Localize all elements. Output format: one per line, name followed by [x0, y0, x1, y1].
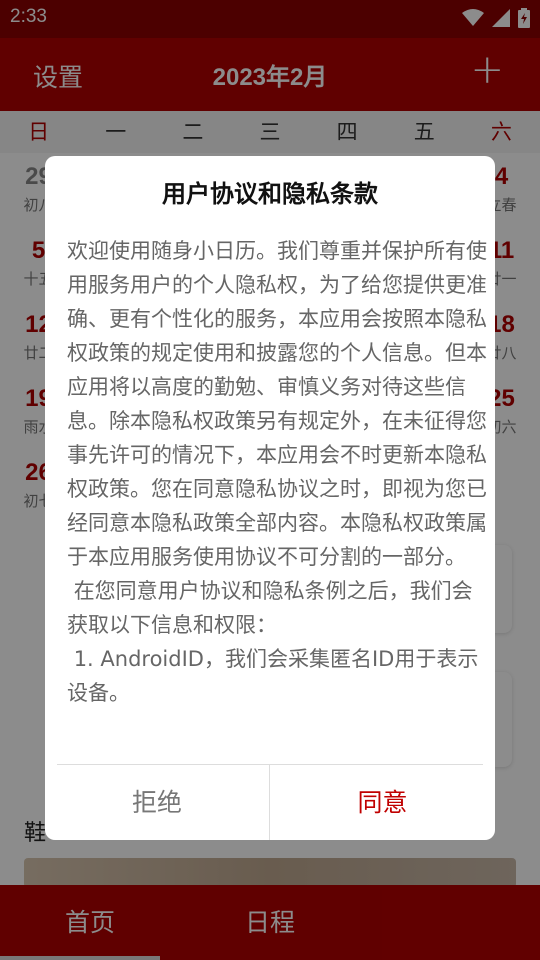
dialog-body: 欢迎使用随身小日历。我们尊重并保护所有使用服务用户的个人隐私权，为了给您提供更准… — [67, 239, 487, 705]
dialog-title: 用户协议和隐私条款 — [162, 180, 378, 208]
reject-button[interactable]: 拒绝 — [45, 765, 270, 840]
agree-button[interactable]: 同意 — [270, 765, 495, 840]
privacy-dialog: 用户协议和隐私条款 欢迎使用随身小日历。我们尊重并保护所有使用服务用户的个人隐私… — [45, 156, 495, 840]
